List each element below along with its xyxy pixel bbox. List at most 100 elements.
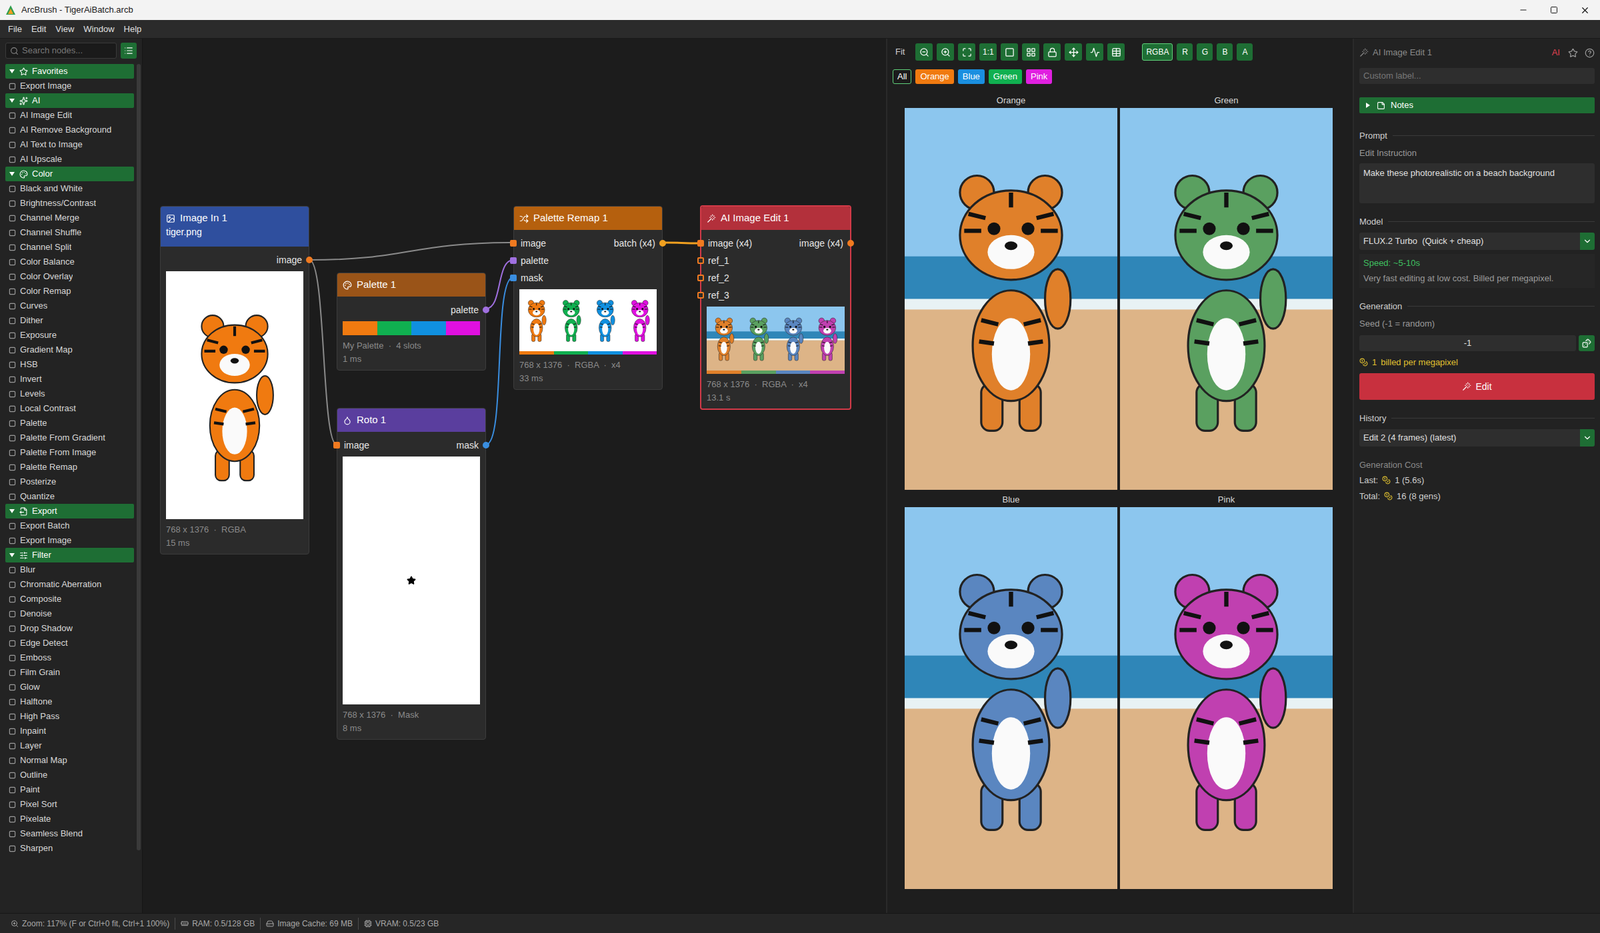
node-list-item[interactable]: Sharpen bbox=[5, 841, 134, 856]
node-header[interactable]: Palette Remap 1 bbox=[514, 206, 662, 230]
channel-button[interactable]: RGBA bbox=[1142, 43, 1173, 61]
node-list-item[interactable]: Outline bbox=[5, 768, 134, 783]
node-header[interactable]: Image In 1tiger.png bbox=[160, 206, 309, 247]
channel-button[interactable]: G bbox=[1196, 43, 1213, 61]
node-list-item[interactable]: AI Remove Background bbox=[5, 122, 134, 138]
node-list-item[interactable]: Chromatic Aberration bbox=[5, 577, 134, 592]
node-list-item[interactable]: Palette bbox=[5, 416, 134, 431]
list-view-button[interactable] bbox=[120, 42, 137, 59]
input-port[interactable] bbox=[510, 240, 517, 247]
input-port[interactable] bbox=[697, 257, 704, 264]
tool-button[interactable] bbox=[1022, 43, 1040, 61]
menu-item[interactable]: Help bbox=[120, 20, 146, 38]
node-list-item[interactable]: Glow bbox=[5, 680, 134, 695]
node-list-item[interactable]: Composite bbox=[5, 592, 134, 607]
channel-button[interactable]: A bbox=[1236, 43, 1253, 61]
expand-arrow-icon[interactable] bbox=[8, 552, 16, 559]
node-list-item[interactable]: Channel Split bbox=[5, 240, 134, 255]
filter-tag[interactable]: All bbox=[892, 69, 912, 84]
node-list-item[interactable]: Posterize bbox=[5, 474, 134, 490]
node-list-item[interactable]: Palette From Image bbox=[5, 445, 134, 460]
group-header[interactable]: AI bbox=[5, 93, 134, 108]
tool-button[interactable] bbox=[1000, 43, 1018, 61]
edit-instruction-field[interactable]: Make these photorealistic on a beach bac… bbox=[1359, 163, 1595, 204]
tool-button[interactable]: 1:1 bbox=[979, 43, 997, 61]
filter-tag[interactable]: Pink bbox=[1026, 69, 1052, 84]
node-list-item[interactable]: Export Image bbox=[5, 533, 134, 548]
node-list-item[interactable]: AI Text to Image bbox=[5, 137, 134, 152]
help-icon[interactable] bbox=[1584, 48, 1595, 58]
minimize-button[interactable] bbox=[1508, 0, 1539, 20]
output-port[interactable] bbox=[659, 240, 666, 247]
node-list-item[interactable]: Exposure bbox=[5, 328, 134, 343]
model-select[interactable]: FLUX.2 Turbo (Quick + cheap) bbox=[1359, 232, 1595, 250]
maximize-button[interactable] bbox=[1538, 0, 1570, 20]
tool-button[interactable] bbox=[1107, 43, 1125, 61]
node-list-item[interactable]: Layer bbox=[5, 738, 134, 754]
node-list-item[interactable]: Seamless Blend bbox=[5, 826, 134, 842]
node-list-item[interactable]: Export Image bbox=[5, 78, 134, 94]
node-canvas[interactable]: Image In 1tiger.pngimage768 x 1376 · RGB… bbox=[142, 38, 886, 914]
node-list-item[interactable]: AI Image Edit bbox=[5, 108, 134, 123]
tool-button[interactable] bbox=[1064, 43, 1082, 61]
node-list-item[interactable]: Edge Detect bbox=[5, 636, 134, 651]
node-list-item[interactable]: Paint bbox=[5, 782, 134, 798]
node-list-item[interactable]: Curves bbox=[5, 298, 134, 314]
group-header[interactable]: Export bbox=[5, 504, 134, 519]
node-list-item[interactable]: Color Overlay bbox=[5, 269, 134, 284]
tool-button[interactable] bbox=[915, 43, 933, 61]
frame-cell[interactable]: Green bbox=[1120, 93, 1333, 490]
scrollbar[interactable] bbox=[136, 64, 141, 851]
input-port[interactable] bbox=[333, 442, 340, 449]
node-list-item[interactable]: Emboss bbox=[5, 650, 134, 666]
frame-cell[interactable]: Orange bbox=[904, 93, 1118, 490]
tool-button[interactable] bbox=[1086, 43, 1104, 61]
favorite-star-icon[interactable] bbox=[1568, 48, 1578, 58]
node-list-item[interactable]: Black and White bbox=[5, 181, 134, 196]
expand-arrow-icon[interactable] bbox=[8, 508, 16, 515]
node-list-item[interactable]: Invert bbox=[5, 372, 134, 387]
search-field[interactable]: Search nodes... bbox=[5, 42, 117, 59]
expand-arrow-icon[interactable] bbox=[8, 97, 16, 104]
node-list-item[interactable]: Channel Merge bbox=[5, 210, 134, 226]
filter-tag[interactable]: Orange bbox=[915, 69, 954, 84]
node-list-item[interactable]: Color Balance bbox=[5, 254, 134, 270]
node-list-item[interactable]: High Pass bbox=[5, 709, 134, 724]
edit-button[interactable]: Edit bbox=[1359, 373, 1595, 400]
node-list-item[interactable]: Color Remap bbox=[5, 284, 134, 299]
node-list-item[interactable]: Quantize bbox=[5, 489, 134, 504]
group-header[interactable]: Color bbox=[5, 166, 134, 182]
filter-tag[interactable]: Blue bbox=[958, 69, 985, 84]
menu-item[interactable]: Edit bbox=[27, 20, 50, 38]
input-port[interactable] bbox=[697, 240, 704, 247]
menu-item[interactable]: File bbox=[4, 20, 26, 38]
node-list-item[interactable]: Inpaint bbox=[5, 724, 134, 739]
channel-button[interactable]: R bbox=[1176, 43, 1193, 61]
node-list-item[interactable]: Pixelate bbox=[5, 812, 134, 827]
frame-cell[interactable]: Pink bbox=[1120, 492, 1333, 890]
graph-node[interactable]: Palette 1paletteMy Palette · 4 slots1 ms bbox=[336, 272, 486, 371]
node-list-item[interactable]: Blur bbox=[5, 562, 134, 578]
menu-item[interactable]: Window bbox=[79, 20, 118, 38]
notes-arrow-icon[interactable] bbox=[1364, 102, 1372, 109]
node-list-item[interactable]: Denoise bbox=[5, 606, 134, 622]
tool-button[interactable] bbox=[936, 43, 954, 61]
input-port[interactable] bbox=[697, 274, 704, 282]
node-list-item[interactable]: Halftone bbox=[5, 694, 134, 710]
expand-arrow-icon[interactable] bbox=[8, 68, 16, 75]
output-port[interactable] bbox=[482, 442, 490, 449]
random-seed-button[interactable] bbox=[1578, 335, 1595, 352]
input-port[interactable] bbox=[510, 274, 517, 282]
node-list-item[interactable]: HSB bbox=[5, 357, 134, 372]
output-port[interactable] bbox=[482, 306, 490, 314]
filter-tag[interactable]: Green bbox=[988, 69, 1022, 84]
menu-item[interactable]: View bbox=[51, 20, 78, 38]
node-list-item[interactable]: Gradient Map bbox=[5, 342, 134, 358]
node-header[interactable]: AI Image Edit 1 bbox=[701, 206, 850, 230]
output-port[interactable] bbox=[847, 240, 854, 247]
node-list-item[interactable]: Dither bbox=[5, 313, 134, 328]
node-list-item[interactable]: Pixel Sort bbox=[5, 797, 134, 812]
notes-header[interactable]: Notes bbox=[1359, 97, 1595, 114]
frame-cell[interactable]: Blue bbox=[904, 492, 1118, 890]
expand-arrow-icon[interactable] bbox=[8, 170, 16, 178]
